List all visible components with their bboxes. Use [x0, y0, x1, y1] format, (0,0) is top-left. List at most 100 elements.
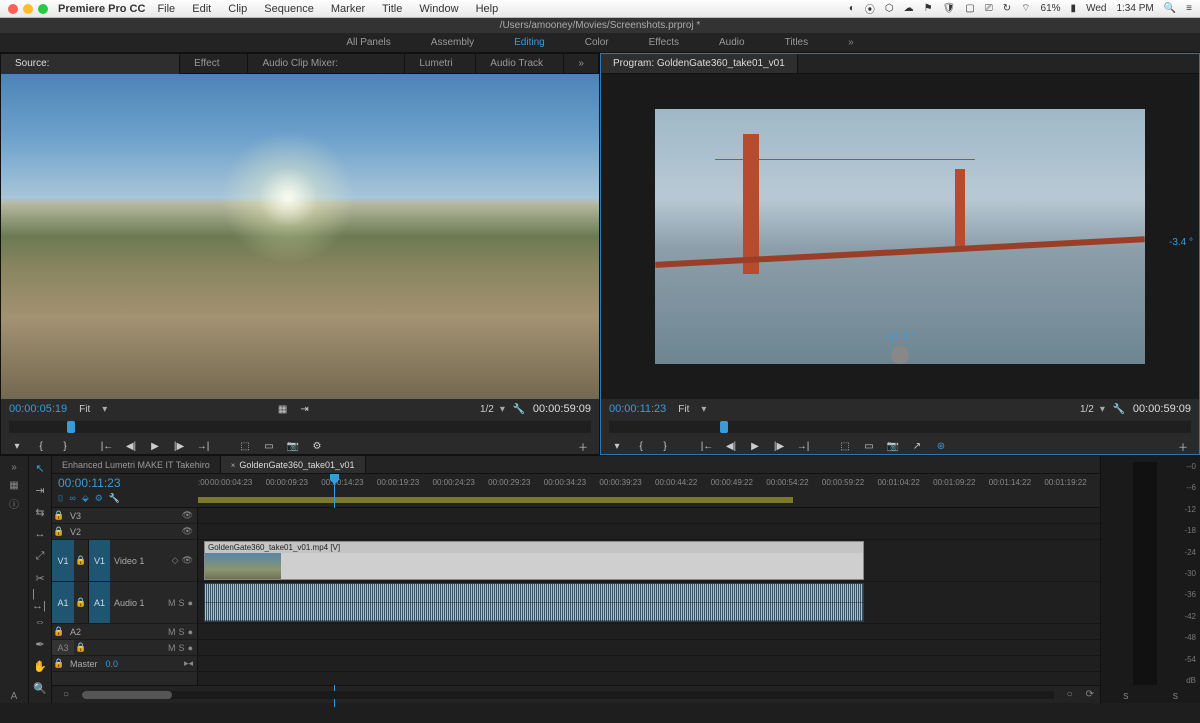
- source-scrubber[interactable]: [9, 421, 591, 433]
- track-master[interactable]: 🔒 Master 0.0 ▸◂: [52, 656, 197, 672]
- program-resolution[interactable]: 1/2: [1080, 404, 1094, 415]
- mute-icon[interactable]: M: [168, 627, 176, 637]
- workspace-titles[interactable]: Titles: [781, 37, 813, 48]
- close-window[interactable]: [8, 4, 18, 14]
- menu-file[interactable]: File: [157, 3, 175, 15]
- workspace-assembly[interactable]: Assembly: [427, 37, 478, 48]
- record-icon[interactable]: ●: [188, 643, 193, 653]
- workspace-editing[interactable]: Editing: [510, 37, 549, 48]
- mute-icon[interactable]: M: [168, 598, 176, 608]
- menu-icon[interactable]: ≡: [1186, 3, 1192, 14]
- lock-icon[interactable]: 🔒: [52, 658, 66, 669]
- wrench-icon[interactable]: 🔧: [109, 493, 120, 504]
- zoom-slider[interactable]: [82, 691, 1054, 699]
- close-icon[interactable]: ×: [231, 461, 236, 470]
- status-icon[interactable]: ⚑: [924, 3, 933, 14]
- keyframe-icon[interactable]: ◇: [172, 555, 179, 566]
- vr-toggle-icon[interactable]: ⊛: [933, 439, 949, 453]
- settings-icon[interactable]: ▦: [275, 402, 291, 416]
- eye-icon[interactable]: 👁: [182, 555, 193, 566]
- menu-title[interactable]: Title: [382, 3, 402, 15]
- tab-source-clip[interactable]: Source: GoldenGate360_take01_v01.mp4: [1, 54, 180, 74]
- go-to-out-icon[interactable]: →|: [195, 439, 211, 453]
- program-video-area[interactable]: -81.0 ° -3.4 °: [601, 74, 1199, 399]
- export-frame-icon[interactable]: 📷: [285, 439, 301, 453]
- clock-time[interactable]: 1:34 PM: [1116, 3, 1153, 14]
- a3-track-target[interactable]: A3: [52, 640, 74, 655]
- zoom-out-icon[interactable]: ○: [58, 689, 74, 700]
- menu-edit[interactable]: Edit: [192, 3, 211, 15]
- chevron-down-icon[interactable]: ▾: [1100, 404, 1105, 415]
- slip-tool[interactable]: |↔|: [32, 592, 48, 608]
- snap-icon[interactable]: ⌷: [58, 493, 63, 504]
- mute-icon[interactable]: M: [168, 643, 176, 653]
- spotlight-icon[interactable]: 🔍: [1164, 3, 1176, 14]
- marker-icon[interactable]: ⬙: [82, 493, 89, 504]
- vr-angle-knob[interactable]: [891, 346, 909, 364]
- selection-tool[interactable]: ↖: [32, 460, 48, 476]
- track-select-tool[interactable]: ⇥: [32, 482, 48, 498]
- battery-icon[interactable]: ▮: [1071, 3, 1077, 14]
- track-v3[interactable]: 🔒 V3 👁: [52, 508, 197, 524]
- chevron-down-icon[interactable]: ▾: [102, 404, 107, 415]
- cloud-icon[interactable]: ☁: [904, 3, 914, 14]
- airplay-icon[interactable]: ▢: [965, 3, 974, 14]
- a1-source-patch[interactable]: A1: [52, 582, 74, 623]
- menu-window[interactable]: Window: [419, 3, 458, 15]
- mark-out-icon[interactable]: }: [57, 439, 73, 453]
- workspace-all-panels[interactable]: All Panels: [342, 37, 394, 48]
- info-icon[interactable]: ⓘ: [7, 496, 21, 510]
- play-icon[interactable]: ▶: [747, 439, 763, 453]
- zoom-window[interactable]: [38, 4, 48, 14]
- letter-a[interactable]: A: [7, 689, 21, 703]
- program-playhead[interactable]: [720, 421, 728, 433]
- workspace-color[interactable]: Color: [581, 37, 613, 48]
- source-playhead[interactable]: [67, 421, 75, 433]
- shield-icon[interactable]: 🛡: [943, 3, 956, 14]
- program-timecode-in[interactable]: 00:00:11:23: [609, 403, 666, 415]
- tab-overflow[interactable]: »: [564, 54, 599, 74]
- add-marker-icon[interactable]: ▾: [609, 439, 625, 453]
- track-v1[interactable]: V1 🔒 V1 Video 1 ◇👁: [52, 540, 197, 582]
- chevron-down-icon[interactable]: ▾: [500, 404, 505, 415]
- sequence-tab-1[interactable]: ×GoldenGate360_take01_v01: [221, 456, 366, 473]
- solo-icon[interactable]: S: [179, 627, 185, 637]
- pen-tool[interactable]: ✒: [32, 636, 48, 652]
- insert-icon[interactable]: ⬚: [237, 439, 253, 453]
- workspace-overflow[interactable]: »: [844, 37, 858, 48]
- source-zoom[interactable]: Fit: [73, 404, 96, 415]
- collapse-icon[interactable]: »: [7, 460, 21, 474]
- lock-icon[interactable]: 🔒: [74, 555, 88, 566]
- lock-icon[interactable]: 🔒: [52, 626, 66, 637]
- lock-icon[interactable]: 🔒: [52, 510, 66, 521]
- add-marker-icon[interactable]: ▾: [9, 439, 25, 453]
- linked-selection-icon[interactable]: ∞: [69, 493, 75, 504]
- master-level[interactable]: 0.0: [106, 659, 119, 669]
- settings-icon[interactable]: ⚙: [95, 493, 103, 504]
- solo-right[interactable]: S: [1173, 692, 1178, 701]
- step-back-icon[interactable]: ◀|: [723, 439, 739, 453]
- work-area-bar[interactable]: [198, 497, 793, 503]
- export-frame-icon[interactable]: 📷: [885, 439, 901, 453]
- comparison-icon[interactable]: ↗: [909, 439, 925, 453]
- a1-track-target[interactable]: A1: [88, 582, 110, 623]
- source-video-area[interactable]: [1, 74, 599, 399]
- tab-program[interactable]: Program: GoldenGate360_take01_v01: [601, 54, 798, 73]
- extract-icon[interactable]: ▭: [861, 439, 877, 453]
- go-to-in-icon[interactable]: |←: [699, 439, 715, 453]
- display-icon[interactable]: ⎚: [985, 3, 993, 14]
- scroll-icon[interactable]: ⟳: [1086, 689, 1094, 700]
- menu-clip[interactable]: Clip: [228, 3, 247, 15]
- workspace-effects[interactable]: Effects: [645, 37, 683, 48]
- razor-tool[interactable]: ✂: [32, 570, 48, 586]
- workspace-audio[interactable]: Audio: [715, 37, 749, 48]
- step-back-icon[interactable]: ◀|: [123, 439, 139, 453]
- mark-in-icon[interactable]: {: [633, 439, 649, 453]
- go-to-out-icon[interactable]: →|: [795, 439, 811, 453]
- solo-icon[interactable]: S: [179, 643, 185, 653]
- button-editor-icon[interactable]: ＋: [1175, 439, 1191, 453]
- track-a2[interactable]: 🔒 A2 MS●: [52, 624, 197, 640]
- menu-marker[interactable]: Marker: [331, 3, 365, 15]
- timeline-timecode[interactable]: 00:00:11:23: [58, 476, 192, 490]
- status-icon[interactable]: ◐: [849, 3, 855, 14]
